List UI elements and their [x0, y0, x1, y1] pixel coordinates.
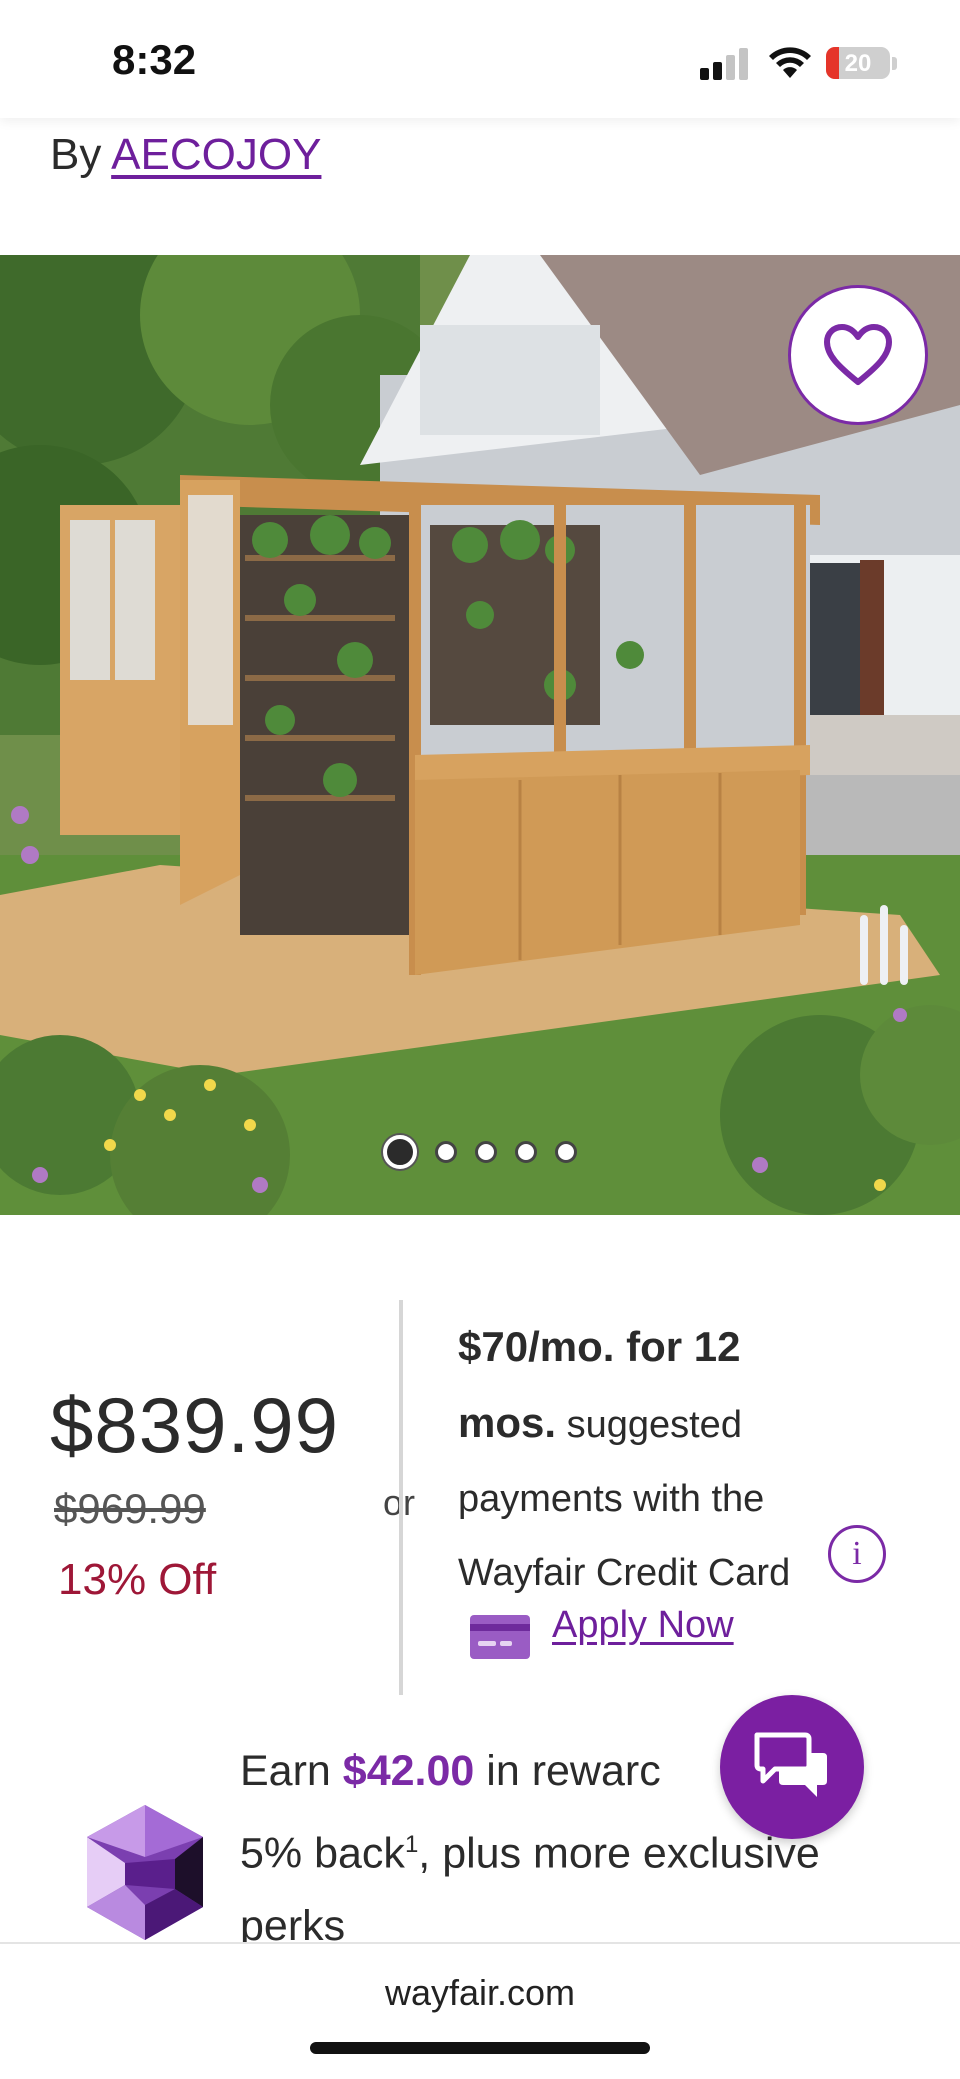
- chat-button[interactable]: [720, 1695, 864, 1839]
- financing-term: mos.: [458, 1399, 557, 1446]
- chat-icon: [754, 1732, 827, 1797]
- gallery-dot[interactable]: [515, 1141, 537, 1163]
- wifi-icon: [769, 47, 811, 78]
- gallery-dot[interactable]: [555, 1141, 577, 1163]
- cellular-signal-icon: [700, 48, 752, 80]
- heart-icon: [824, 324, 892, 385]
- discount-label: 13% Off: [58, 1555, 217, 1604]
- credit-card-icon: [470, 1615, 530, 1659]
- brand-prefix: By: [50, 130, 102, 179]
- gallery-dot[interactable]: [475, 1141, 497, 1163]
- gallery-dot[interactable]: [383, 1135, 417, 1169]
- product-image-gallery[interactable]: [0, 255, 960, 1215]
- url-text: wayfair.com: [384, 1972, 576, 2013]
- rewards-in-rewards: in rewarc: [486, 1747, 661, 1795]
- battery-percent: 20: [844, 50, 872, 77]
- vertical-divider: [399, 1300, 403, 1695]
- rewards-amount: $42.00: [342, 1747, 475, 1795]
- brand-link[interactable]: AECOJOY: [111, 130, 321, 179]
- brand-line: By AECOJOY: [50, 130, 321, 180]
- financing-line-1: $70/mo. for 12: [458, 1310, 898, 1386]
- monthly-payment: $70/mo. for 12: [458, 1323, 741, 1370]
- favorite-button[interactable]: [788, 285, 928, 425]
- current-price: $839.99: [50, 1381, 339, 1469]
- apply-now-link[interactable]: Apply Now: [552, 1604, 734, 1647]
- rewards-rest: , plus more exclusive: [418, 1829, 820, 1878]
- rewards-footnote: 1: [404, 1831, 419, 1858]
- status-time: 8:32: [112, 36, 197, 83]
- original-price: $969.99: [54, 1485, 206, 1532]
- page: 8:32 20 By AECOJOY $839.99 $969.99 13% O…: [0, 0, 960, 2079]
- rewards-earn: Earn: [240, 1747, 331, 1795]
- status-bar: 8:32 20: [0, 0, 960, 118]
- rewards-gem-icon: [87, 1805, 203, 1940]
- rewards-back: 5% back: [240, 1829, 405, 1878]
- home-indicator[interactable]: [310, 2042, 650, 2054]
- financing-line-2: mos. suggested: [458, 1386, 898, 1462]
- battery-icon: 20: [826, 47, 890, 79]
- financing-suggested: suggested: [566, 1404, 742, 1446]
- financing-line-3: payments with the: [458, 1478, 765, 1520]
- gallery-dot[interactable]: [435, 1141, 457, 1163]
- browser-url-bar[interactable]: wayfair.com: [0, 1942, 960, 2079]
- battery-tip: [892, 57, 897, 70]
- info-icon[interactable]: i: [828, 1525, 886, 1583]
- gallery-pagination: [0, 1135, 960, 1169]
